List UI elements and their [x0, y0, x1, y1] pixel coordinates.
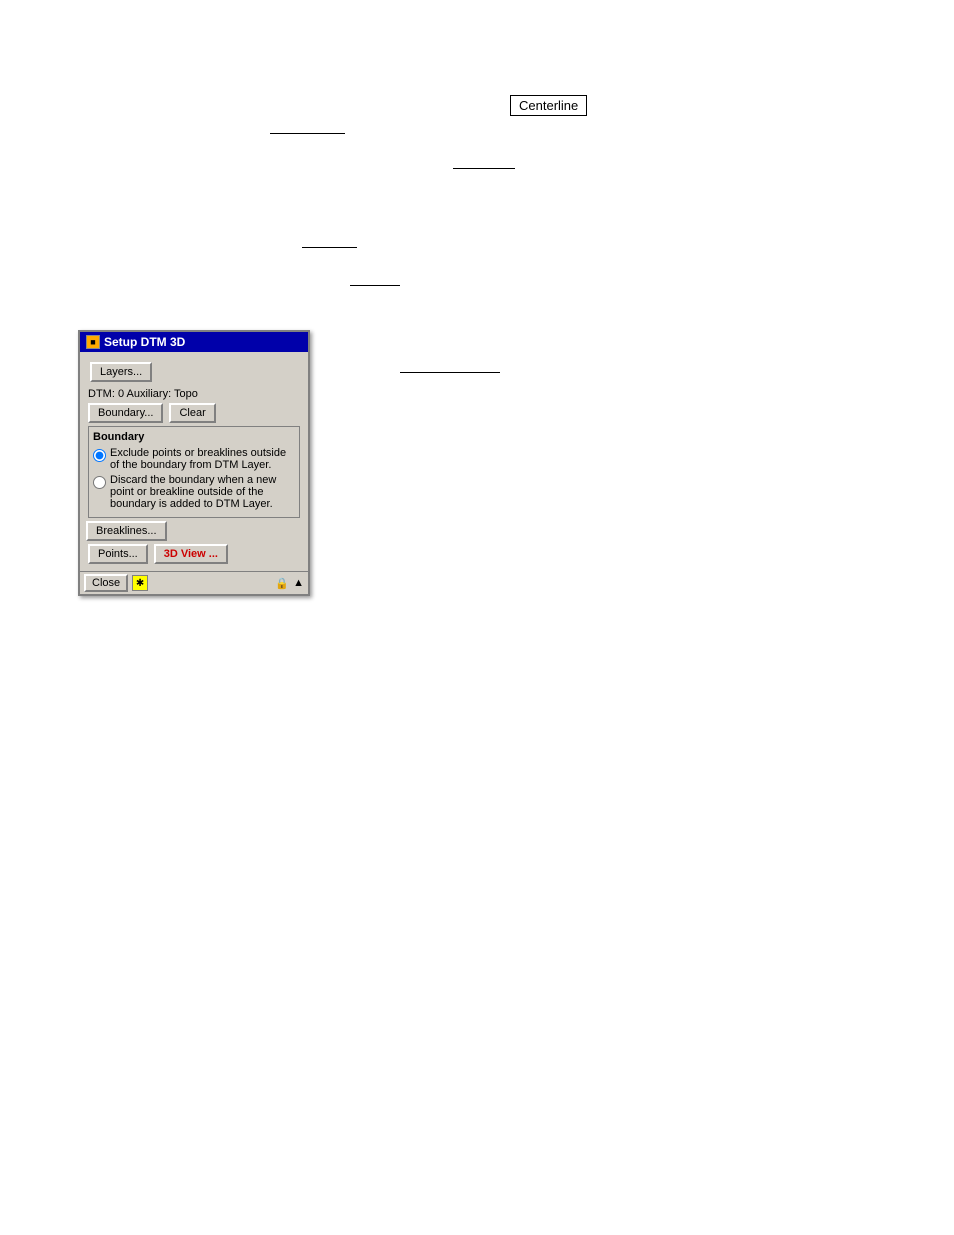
- radio-exclude-label: Exclude points or breaklines outside of …: [110, 447, 295, 471]
- 3dview-button[interactable]: 3D View ...: [154, 544, 228, 564]
- points-3dview-row: Points... 3D View ...: [88, 544, 300, 564]
- clear-button[interactable]: Clear: [169, 403, 215, 423]
- dialog-title: Setup DTM 3D: [104, 335, 185, 349]
- underline-2: [453, 168, 515, 169]
- centerline-label: Centerline: [510, 95, 587, 116]
- radio-exclude[interactable]: [93, 449, 106, 462]
- boundary-clear-row: Boundary... Clear: [88, 403, 300, 423]
- dialog-content: Layers... DTM: 0 Auxiliary: Topo Boundar…: [80, 352, 308, 571]
- close-row: Close ✱ 🔒 ▲: [80, 571, 308, 594]
- underline-3: [302, 247, 357, 248]
- points-button[interactable]: Points...: [88, 544, 148, 564]
- dtm-auxiliary-label: DTM: 0 Auxiliary: Topo: [88, 388, 300, 400]
- underline-4: [350, 285, 400, 286]
- radio-discard[interactable]: [93, 476, 106, 489]
- close-button[interactable]: Close: [84, 574, 128, 592]
- setup-dtm-dialog: ■ Setup DTM 3D Layers... DTM: 0 Auxiliar…: [78, 330, 310, 596]
- dialog-icon: ■: [86, 335, 100, 349]
- radio-option-discard: Discard the boundary when a new point or…: [93, 474, 295, 510]
- radio-discard-label: Discard the boundary when a new point or…: [110, 474, 295, 510]
- radio-option-exclude: Exclude points or breaklines outside of …: [93, 447, 295, 471]
- boundary-group-title: Boundary: [93, 431, 295, 443]
- layers-button[interactable]: Layers...: [90, 362, 152, 382]
- lock-icon: 🔒: [275, 576, 289, 590]
- dialog-titlebar: ■ Setup DTM 3D: [80, 332, 308, 352]
- boundary-button[interactable]: Boundary...: [88, 403, 163, 423]
- breaklines-button[interactable]: Breaklines...: [86, 521, 167, 541]
- underline-1: [270, 133, 345, 134]
- boundary-group: Boundary Exclude points or breaklines ou…: [88, 426, 300, 518]
- underline-5: [400, 372, 500, 373]
- arrow-icon: ▲: [293, 577, 304, 589]
- close-icon: ✱: [132, 575, 148, 591]
